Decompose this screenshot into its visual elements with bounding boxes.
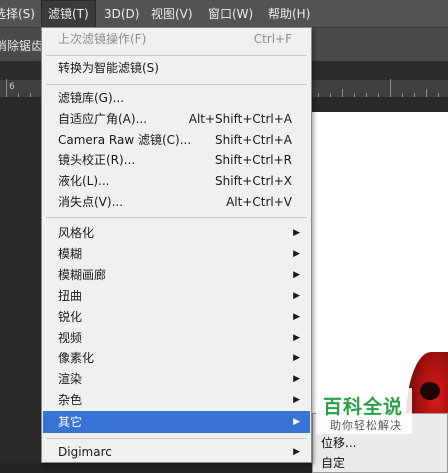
watermark-subtitle: 助你轻松解决 — [330, 419, 402, 432]
ruler-tick — [366, 93, 367, 97]
menu-item-pixelate[interactable]: 像素化 ▶ — [43, 348, 310, 369]
menu-item-other[interactable]: 其它 ▶ — [43, 411, 310, 433]
menu-item-shortcut: Shift+Ctrl+X — [215, 174, 292, 188]
menu-item-label: Camera Raw 滤镜(C)... — [58, 133, 192, 147]
menu-item-label: 液化(L)... — [58, 174, 110, 188]
menu-window[interactable]: 窗口(W) — [208, 0, 253, 28]
menu-item-last-filter[interactable]: 上次滤镜操作(F) Ctrl+F — [43, 29, 310, 50]
menu-item-label: 上次滤镜操作(F) — [58, 32, 147, 46]
ruler-tick — [414, 93, 415, 97]
menu-item-shortcut: Shift+Ctrl+R — [214, 153, 292, 167]
menu-item-shortcut: Alt+Shift+Ctrl+A — [188, 112, 292, 126]
ruler-tick — [330, 93, 331, 97]
ruler-tick — [342, 89, 343, 97]
ruler-tick — [6, 79, 7, 97]
menu-bar: 选择(S) 滤镜(T) 3D(D) 视图(V) 窗口(W) 帮助(H) — [0, 0, 448, 28]
menu-item-label: 镜头校正(R)... — [58, 153, 136, 167]
ruler-tick — [438, 93, 439, 97]
menu-item-label: 其它 — [58, 415, 83, 429]
menu-separator — [46, 55, 307, 56]
ruler-tick — [318, 93, 319, 97]
menu-filter[interactable]: 滤镜(T) — [41, 0, 96, 28]
menu-item-label: 像素化 — [58, 351, 95, 365]
menu-item-label: 转换为智能滤镜(S) — [58, 61, 159, 75]
submenu-arrow-icon: ▶ — [293, 395, 300, 405]
menu-item-liquify[interactable]: 液化(L)... Shift+Ctrl+X — [43, 171, 310, 192]
menu-item-video[interactable]: 视频 ▶ — [43, 328, 310, 349]
menu-item-lens-correction[interactable]: 镜头校正(R)... Shift+Ctrl+R — [43, 150, 310, 171]
menu-item-noise[interactable]: 杂色 ▶ — [43, 390, 310, 411]
menu-select[interactable]: 选择(S) — [0, 0, 35, 28]
menu-item-filter-gallery[interactable]: 滤镜库(G)... — [43, 88, 310, 109]
menu-item-label: 杂色 — [58, 393, 83, 407]
submenu-arrow-icon: ▶ — [293, 312, 300, 322]
submenu-item-offset[interactable]: 位移... — [321, 434, 356, 451]
menu-item-blur[interactable]: 模糊 ▶ — [43, 244, 310, 265]
submenu-arrow-icon: ▶ — [293, 447, 300, 457]
menu-item-label: 风格化 — [58, 226, 95, 240]
menu-item-distort[interactable]: 扭曲 ▶ — [43, 286, 310, 307]
menu-separator — [46, 217, 307, 218]
watermark: 百科全说 助你轻松解决 — [316, 388, 412, 434]
ruler-tick — [402, 93, 403, 97]
menu-item-label: 锐化 — [58, 310, 83, 324]
submenu-arrow-icon: ▶ — [293, 228, 300, 238]
submenu-arrow-icon: ▶ — [293, 291, 300, 301]
menu-separator — [46, 438, 307, 439]
submenu-arrow-icon: ▶ — [293, 333, 300, 343]
submenu-arrow-icon: ▶ — [293, 249, 300, 259]
menu-item-shortcut: Ctrl+F — [253, 32, 292, 46]
menu-item-sharpen[interactable]: 锐化 ▶ — [43, 307, 310, 328]
menu-item-label: 渲染 — [58, 372, 83, 386]
anti-alias-label[interactable]: 消除锯齿 — [0, 37, 43, 54]
ruler-label: 6 — [9, 82, 15, 92]
menu-item-blur-gallery[interactable]: 模糊画廊 ▶ — [43, 265, 310, 286]
menu-item-label: 模糊画廊 — [58, 268, 107, 282]
menu-3d[interactable]: 3D(D) — [104, 0, 139, 28]
menu-item-camera-raw[interactable]: Camera Raw 滤镜(C)... Shift+Ctrl+A — [43, 130, 310, 151]
menu-help[interactable]: 帮助(H) — [268, 0, 310, 28]
submenu-arrow-icon: ▶ — [293, 353, 300, 363]
menu-item-label: 自适应广角(A)... — [58, 112, 148, 126]
ruler-tick — [378, 93, 379, 97]
menu-item-vanishing-point[interactable]: 消失点(V)... Alt+Ctrl+V — [43, 192, 310, 213]
ruler-tick — [354, 93, 355, 97]
submenu-arrow-icon: ▶ — [293, 270, 300, 280]
ruler-tick — [426, 89, 427, 97]
menu-item-digimarc[interactable]: Digimarc ▶ — [43, 442, 310, 462]
menu-item-shortcut: Alt+Ctrl+V — [226, 195, 292, 209]
submenu-arrow-icon: ▶ — [293, 374, 300, 384]
menu-item-shortcut: Shift+Ctrl+A — [215, 133, 292, 147]
ruler-tick — [18, 93, 19, 97]
watermark-title: 百科全说 — [323, 396, 404, 418]
menu-separator — [46, 84, 307, 85]
menu-item-label: 模糊 — [58, 247, 83, 261]
menu-view[interactable]: 视图(V) — [151, 0, 193, 28]
ruler-tick — [390, 79, 391, 97]
menu-item-label: 消失点(V)... — [58, 195, 124, 209]
menu-item-label: 滤镜库(G)... — [58, 91, 125, 105]
menu-item-stylize[interactable]: 风格化 ▶ — [43, 223, 310, 244]
menu-item-label: 视频 — [58, 331, 83, 345]
ruler-tick — [30, 93, 31, 97]
menu-item-label: Digimarc — [58, 445, 112, 459]
menu-item-label: 扭曲 — [58, 289, 83, 303]
menu-item-convert-smart-filter[interactable]: 转换为智能滤镜(S) — [43, 58, 310, 79]
menu-item-adaptive-wide-angle[interactable]: 自适应广角(A)... Alt+Shift+Ctrl+A — [43, 109, 310, 130]
submenu-arrow-icon: ▶ — [293, 417, 300, 427]
menu-item-render[interactable]: 渲染 ▶ — [43, 369, 310, 390]
filter-menu: 上次滤镜操作(F) Ctrl+F 转换为智能滤镜(S) 滤镜库(G)... 自适… — [41, 27, 312, 463]
